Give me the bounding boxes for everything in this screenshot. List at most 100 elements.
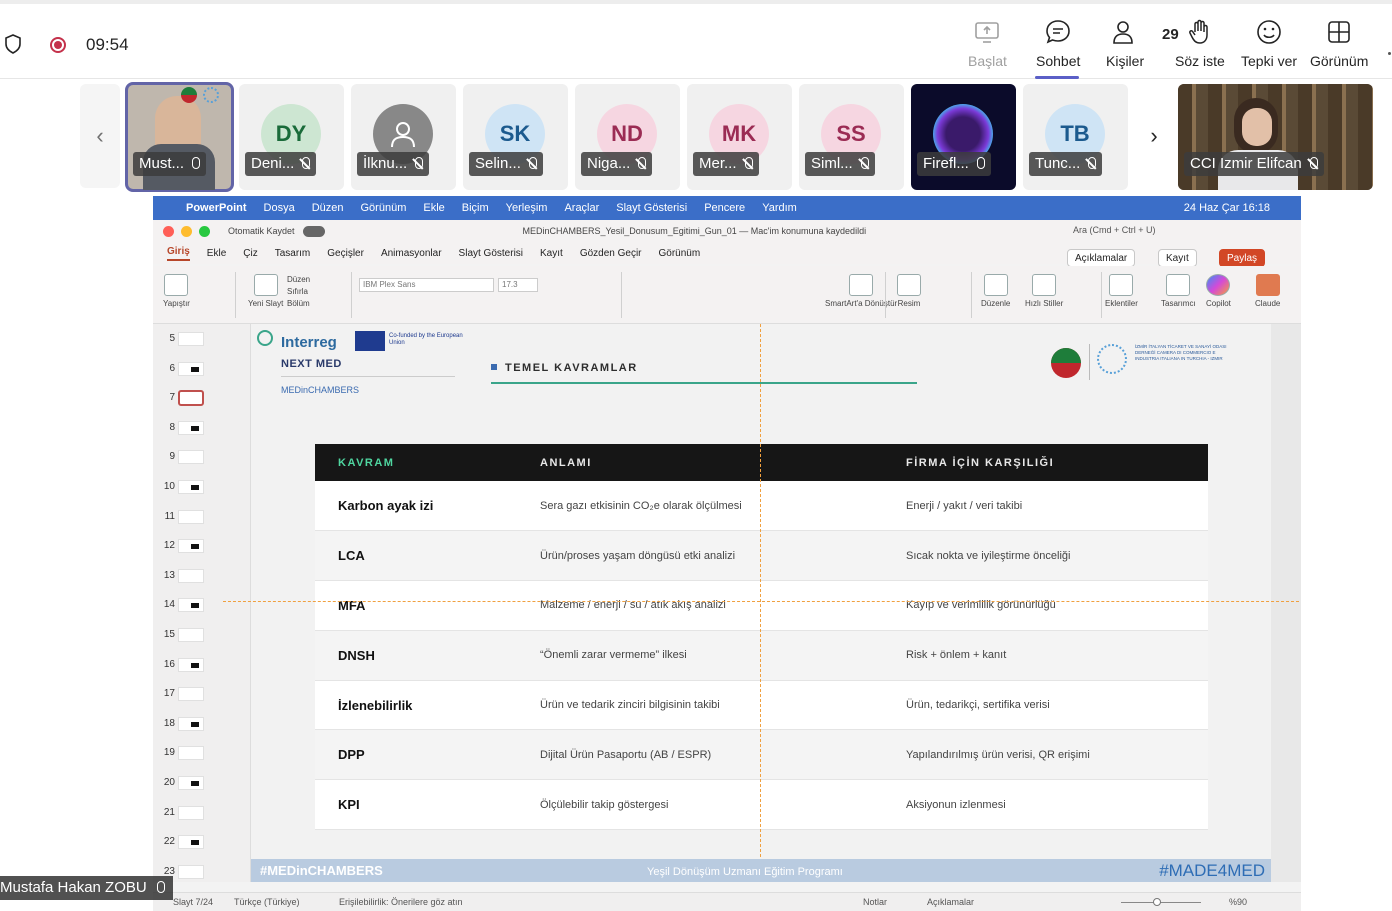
tab-slideshow[interactable]: Slayt Gösterisi [459,248,523,259]
slide-thumbnail[interactable]: 10 [153,476,251,500]
people-button[interactable]: 29 Kişiler [1106,18,1179,76]
slide-thumbnail[interactable]: 15 [153,624,251,648]
mac-clock[interactable]: 24 Haz Çar 16:18 [1184,202,1270,214]
mac-menu-item[interactable]: Yerleşim [506,202,548,214]
participant-tile[interactable]: SK Selin... [463,84,568,190]
mac-menu-item[interactable]: Pencere [704,202,745,214]
slide-thumbnail[interactable]: 14 [153,594,251,618]
section-button[interactable]: Bölüm [287,298,310,310]
participant-tile[interactable]: ND Niga... [575,84,680,190]
slide-thumbnail[interactable]: 8 [153,417,251,441]
react-button[interactable]: Tepki ver [1241,18,1297,76]
slide-thumbnail[interactable]: 13 [153,565,251,589]
comments-button[interactable]: Açıklamalar [1067,249,1136,267]
picture-button[interactable]: Resim [897,274,921,308]
participant-tile[interactable]: DY Deni... [239,84,344,190]
clipboard-icon [164,274,189,296]
participant-tile[interactable]: SS Siml... [799,84,904,190]
record-button[interactable]: Kayıt [1158,249,1197,267]
tab-home[interactable]: Giriş [167,246,190,261]
concepts-table[interactable]: KAVRAM ANLAMI FİRMA İÇİN KARŞILIĞI Karbo… [315,444,1208,831]
reset-button[interactable]: Sıfırla [287,286,310,298]
font-size-select[interactable]: 17.3 [498,278,538,292]
slide-thumbnail[interactable]: 18 [153,713,251,737]
slide-thumbnail[interactable]: 5 [153,328,251,352]
designer-button[interactable]: Tasarımcı [1161,274,1196,308]
new-slide-icon [253,274,278,296]
slide-thumbnail[interactable]: 7 [153,387,251,411]
mac-app-name[interactable]: PowerPoint [186,202,247,214]
chat-button[interactable]: Sohbet [1036,18,1080,76]
slide-thumbnail[interactable]: 9 [153,446,251,470]
close-window-icon[interactable] [163,225,174,237]
share-ppt-button[interactable]: Paylaş [1219,249,1266,267]
mac-menu-item[interactable]: Slayt Gösterisi [616,202,687,214]
search-input[interactable]: Ara (Cmd + Ctrl + U) [1073,225,1156,235]
slide-thumbnail[interactable]: 20 [153,772,251,796]
slide-thumbnail[interactable]: 11 [153,506,251,530]
tab-animations[interactable]: Animasyonlar [381,248,442,259]
slide-thumbnail[interactable]: 16 [153,654,251,678]
raise-hand-button[interactable]: Söz iste [1175,18,1225,76]
table-row: MFA Malzeme / enerji / su / atık akış ana… [315,580,1208,631]
slide-thumbnail[interactable]: 17 [153,683,251,707]
participant-tile[interactable]: Firefl... [911,84,1016,190]
comments-status-button[interactable]: Açıklamalar [927,897,974,907]
claude-button[interactable]: Claude [1255,274,1280,308]
mac-menu-item[interactable]: Dosya [264,202,295,214]
strip-prev-button[interactable]: ‹ [80,84,120,188]
font-family-select[interactable]: IBM Plex Sans [359,278,494,292]
zoom-window-icon[interactable] [199,225,210,237]
zoom-slider[interactable] [1121,902,1201,903]
tab-transitions[interactable]: Geçişler [327,248,364,259]
tab-design[interactable]: Tasarım [275,248,311,259]
mac-menu-item[interactable]: Araçlar [564,202,599,214]
tab-record[interactable]: Kayıt [540,248,563,259]
arrange-button[interactable]: Düzenle [981,274,1010,308]
pinned-video-tile[interactable]: CCI Izmir Elifcan [1178,84,1373,190]
slide-thumbnail[interactable]: 19 [153,742,251,766]
zoom-slider-knob[interactable] [1153,898,1161,906]
smartart-button[interactable]: SmartArt'a Dönüştür [825,274,897,308]
zoom-level[interactable]: %90 [1229,897,1247,907]
autosave-toggle[interactable] [302,225,325,237]
slide-thumbnail[interactable]: 12 [153,535,251,559]
thumbnail-preview [178,420,204,435]
strip-next-button[interactable]: › [1134,84,1174,188]
mac-menu-item[interactable]: Görünüm [361,202,407,214]
participant-tile[interactable]: MK Mer... [687,84,792,190]
minimize-window-icon[interactable] [181,225,192,237]
tab-draw[interactable]: Çiz [243,248,257,259]
quick-styles-button[interactable]: Hızlı Stiller [1025,274,1063,308]
slide-number: 7 [169,392,175,404]
mac-menu-item[interactable]: Ekle [423,202,444,214]
meeting-timer: 09:54 [86,35,129,54]
participant-tile[interactable]: TB Tunc... [1023,84,1128,190]
layout-button[interactable]: Düzen [287,274,310,286]
slide-thumbnail[interactable]: 6 [153,358,251,382]
notes-button[interactable]: Notlar [863,897,887,907]
paste-button[interactable]: Yapıştır [163,274,190,308]
slide-thumbnail[interactable]: 21 [153,802,251,826]
tab-review[interactable]: Gözden Geçir [580,248,642,259]
share-button[interactable]: Başlat [968,18,1007,76]
mac-menu-item[interactable]: Düzen [312,202,344,214]
participant-tile[interactable]: Must... [125,82,234,192]
language-indicator[interactable]: Türkçe (Türkiye) [234,897,300,907]
document-title[interactable]: MEDinCHAMBERS_Yesil_Donusum_Egitimi_Gun_… [523,226,867,236]
new-slide-button[interactable]: Yeni Slayt [248,274,283,308]
accessibility-indicator[interactable]: Erişilebilirlik: Önerilere göz atın [339,897,463,907]
section-title[interactable]: TEMEL KAVRAMLAR [505,362,638,374]
tab-view[interactable]: Görünüm [659,248,701,259]
shield-icon[interactable] [4,34,22,54]
more-icon[interactable] [1388,52,1391,55]
addins-button[interactable]: Eklentiler [1105,274,1138,308]
mac-menu-item[interactable]: Yardım [762,202,797,214]
chat-icon [1046,20,1070,44]
copilot-button[interactable]: Copilot [1206,274,1231,308]
participant-tile[interactable]: İlknu... [351,84,456,190]
tab-insert[interactable]: Ekle [207,248,226,259]
mac-menu-item[interactable]: Biçim [462,202,489,214]
slide-thumbnail[interactable]: 22 [153,831,251,855]
view-button[interactable]: Görünüm [1310,18,1368,76]
